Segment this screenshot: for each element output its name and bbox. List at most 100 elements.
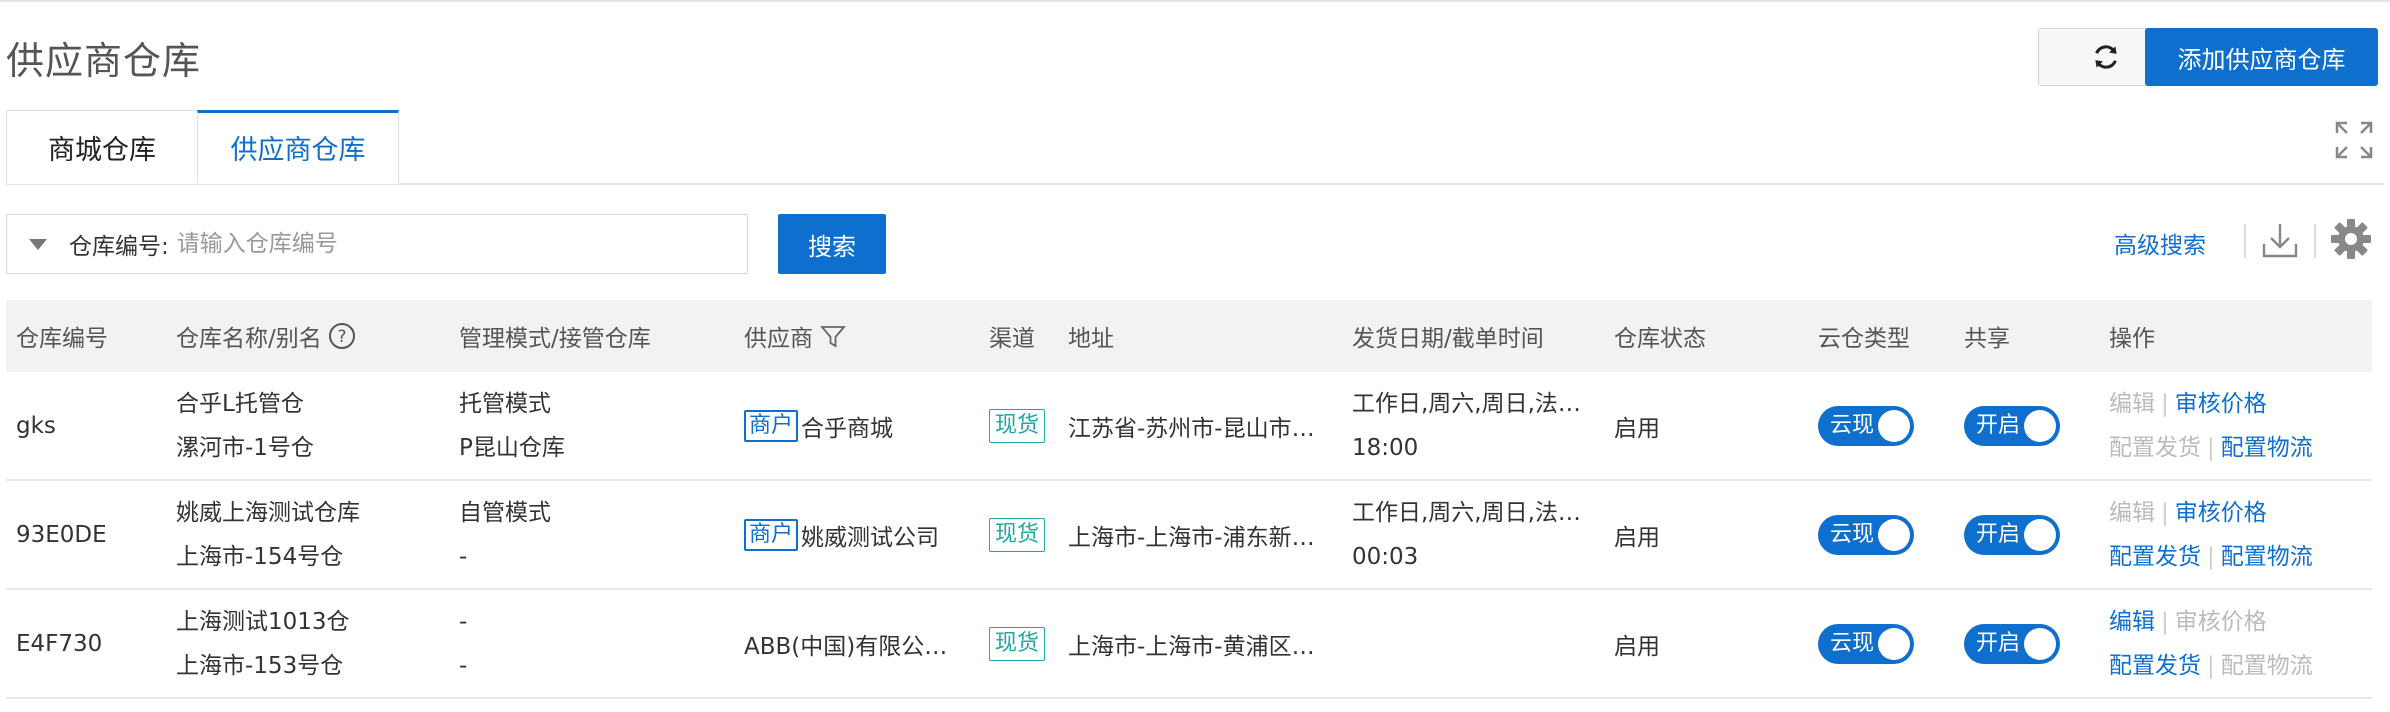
toggle-knob: [2024, 518, 2056, 551]
ops-divider: |: [2207, 543, 2215, 570]
table-row: E4F730 上海测试1013仓 上海市-153号仓 - - ABB(中国)有限…: [6, 590, 2372, 699]
col-ship-date: 发货日期/截单时间: [1352, 326, 1544, 352]
share-toggle[interactable]: 开启: [1964, 623, 2060, 664]
warehouse-alias: 漯河市-1号仓: [176, 434, 314, 461]
ops-divider: |: [2161, 499, 2169, 526]
cloud-type-toggle[interactable]: 云现: [1818, 405, 1914, 446]
cloud-type-toggle[interactable]: 云现: [1818, 514, 1914, 555]
merchant-tag: 商户: [744, 409, 799, 442]
warehouse-code: 93E0DE: [16, 521, 107, 548]
supplier-name: ABB(中国)有限公…: [744, 633, 948, 660]
toolbar-divider: [2244, 224, 2246, 258]
edit-link: 编辑: [2109, 499, 2155, 526]
warehouse-code: gks: [16, 412, 56, 439]
warehouse-status: 启用: [1614, 524, 1660, 551]
ship-days: 工作日,周六,周日,法…: [1352, 390, 1581, 417]
table-row: gks 合乎L托管仓 漯河市-1号仓 托管模式 P昆山仓库 商户 合乎商城 现货…: [6, 372, 2372, 481]
address: 上海市-上海市-浦东新…: [1068, 524, 1315, 551]
col-actions: 操作: [2109, 326, 2155, 352]
top-border: [0, 0, 2390, 2]
config-shipping-link: 配置发货: [2109, 434, 2201, 461]
page-title: 供应商仓库: [6, 39, 202, 83]
review-price-link[interactable]: 审核价格: [2175, 500, 2267, 526]
gear-icon[interactable]: [2330, 218, 2372, 260]
col-share: 共享: [1964, 326, 2010, 352]
toggle-label: 开启: [1976, 412, 2021, 438]
channel-tag: 现货: [989, 626, 1046, 661]
edit-link: 编辑: [2109, 390, 2155, 417]
warehouse-status: 启用: [1614, 633, 1660, 660]
tab-supplier-warehouse[interactable]: 供应商仓库: [197, 110, 399, 184]
tab-mall-warehouse[interactable]: 商城仓库: [6, 110, 198, 184]
channel-tag: 现货: [989, 408, 1046, 443]
warehouse-code: E4F730: [16, 630, 103, 657]
address: 上海市-上海市-黄浦区…: [1068, 633, 1315, 660]
takeover-warehouse: -: [459, 652, 468, 679]
warehouse-status: 启用: [1614, 415, 1660, 442]
supplier-name: 姚威测试公司: [801, 524, 940, 551]
toggle-label: 云现: [1830, 521, 1875, 547]
toggle-knob: [2024, 409, 2056, 442]
share-toggle[interactable]: 开启: [1964, 514, 2060, 555]
expand-filter-icon[interactable]: [29, 238, 47, 250]
fullscreen-icon[interactable]: [2334, 120, 2374, 160]
col-management-mode: 管理模式/接管仓库: [459, 326, 651, 352]
warehouse-alias: 上海市-154号仓: [176, 543, 344, 570]
channel-tag: 现货: [989, 517, 1046, 552]
help-icon[interactable]: ?: [328, 322, 356, 350]
takeover-warehouse: -: [459, 543, 468, 570]
col-channel: 渠道: [989, 326, 1035, 352]
add-supplier-warehouse-button[interactable]: 添加供应商仓库: [2145, 28, 2378, 86]
download-icon[interactable]: [2260, 220, 2300, 260]
management-mode: 自管模式: [459, 499, 551, 526]
ops-divider: |: [2207, 434, 2215, 461]
col-address: 地址: [1068, 326, 1114, 352]
toggle-knob: [2024, 627, 2056, 660]
toggle-label: 云现: [1830, 630, 1875, 656]
ops-divider: |: [2161, 608, 2169, 635]
col-warehouse-code: 仓库编号: [16, 326, 108, 352]
ops-divider: |: [2207, 652, 2215, 679]
toggle-knob: [1878, 518, 1910, 551]
cloud-type-toggle[interactable]: 云现: [1818, 623, 1914, 664]
config-logistics-link: 配置物流: [2220, 652, 2313, 679]
warehouse-code-input[interactable]: [174, 230, 719, 258]
config-logistics-link[interactable]: 配置物流: [2221, 544, 2313, 570]
col-supplier-label: 供应商: [744, 326, 813, 352]
filter-icon[interactable]: [819, 322, 847, 350]
cutoff-time: 18:00: [1352, 434, 1419, 461]
col-cloud-type: 云仓类型: [1818, 326, 1910, 352]
address: 江苏省-苏州市-昆山市…: [1068, 415, 1315, 442]
warehouse-table: 仓库编号 仓库名称/别名 ? 管理模式/接管仓库 供应商 渠道 地址 发货日期/…: [6, 300, 2372, 699]
col-status: 仓库状态: [1614, 326, 1706, 352]
col-supplier: 供应商: [744, 300, 847, 372]
refresh-icon: [2095, 45, 2117, 69]
warehouse-alias: 上海市-153号仓: [176, 652, 344, 679]
share-toggle[interactable]: 开启: [1964, 405, 2060, 446]
table-row: 93E0DE 姚威上海测试仓库 上海市-154号仓 自管模式 - 商户 姚威测试…: [6, 481, 2372, 590]
toggle-label: 云现: [1830, 412, 1875, 438]
toolbar-divider: [2314, 224, 2316, 258]
warehouse-name: 上海测试1013仓: [176, 608, 350, 635]
review-price-link[interactable]: 审核价格: [2175, 391, 2267, 417]
svg-text:?: ?: [337, 327, 346, 347]
col-warehouse-name-label: 仓库名称/别名: [176, 326, 322, 352]
management-mode: -: [459, 608, 468, 635]
advanced-search-link[interactable]: 高级搜索: [2114, 226, 2206, 260]
search-button[interactable]: 搜索: [778, 214, 886, 274]
management-mode: 托管模式: [459, 390, 551, 417]
table-header: 仓库编号 仓库名称/别名 ? 管理模式/接管仓库 供应商 渠道 地址 发货日期/…: [6, 300, 2372, 372]
toggle-label: 开启: [1976, 630, 2021, 656]
merchant-tag: 商户: [744, 518, 799, 551]
search-box: 仓库编号:: [6, 214, 748, 274]
cutoff-time: 00:03: [1352, 543, 1419, 570]
warehouse-name: 姚威上海测试仓库: [176, 499, 360, 526]
search-label: 仓库编号:: [69, 234, 169, 260]
config-logistics-link[interactable]: 配置物流: [2221, 435, 2313, 461]
warehouse-name: 合乎L托管仓: [176, 390, 304, 417]
edit-link[interactable]: 编辑: [2109, 609, 2155, 635]
config-shipping-link[interactable]: 配置发货: [2109, 544, 2201, 570]
config-shipping-link[interactable]: 配置发货: [2109, 653, 2201, 679]
supplier-name: 合乎商城: [801, 415, 894, 442]
toggle-knob: [1878, 627, 1910, 660]
